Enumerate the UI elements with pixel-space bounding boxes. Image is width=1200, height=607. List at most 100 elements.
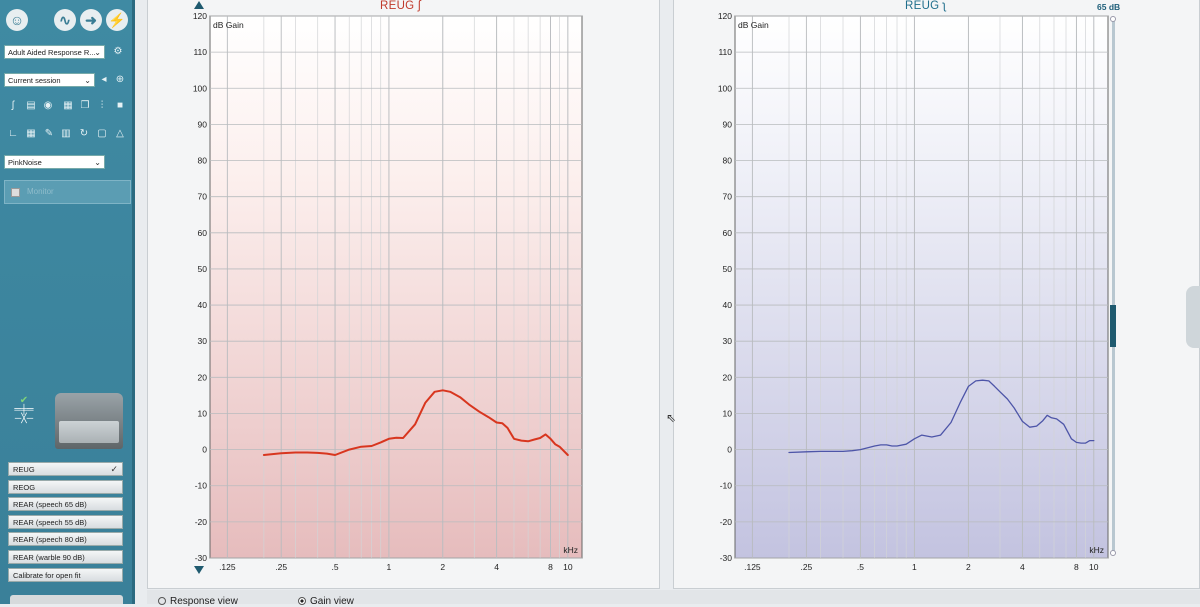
session-select-value: Current session	[8, 76, 61, 85]
sidebar-bottom-button[interactable]	[10, 595, 123, 604]
y-tick-label: 90	[198, 119, 208, 129]
monitor-checkbox[interactable]	[11, 188, 20, 197]
ear-small-icon[interactable]: ʃ	[7, 100, 19, 112]
y-tick-label: 30	[198, 336, 208, 346]
plot-area	[209, 15, 583, 559]
axis-icon[interactable]: ∟	[7, 128, 19, 140]
chevron-down-icon: ⌄	[84, 76, 91, 85]
y-tick-label: 60	[723, 228, 733, 238]
square-icon[interactable]: ▢	[96, 128, 108, 140]
measurement-button[interactable]: Calibrate for open fit	[8, 567, 123, 582]
x-tick-label: 2	[966, 562, 971, 572]
y-tick-label: 120	[718, 11, 732, 21]
y-tick-label: 100	[193, 83, 207, 93]
x-tick-label: 1	[387, 562, 392, 572]
mixer-icon[interactable]: ⫶	[96, 100, 108, 112]
x-tick-label: .125	[219, 562, 236, 572]
session-select[interactable]: Current session ⌄	[4, 73, 95, 87]
left-ear-panel: -30 -20 -10 0 10 20 30 40 50 60 70 80 90 100 110 120.12…	[147, 0, 660, 589]
scroll-down-arrow[interactable]	[194, 566, 204, 574]
x-tick-label: 2	[440, 562, 445, 572]
y-tick-label: -20	[195, 517, 208, 527]
mouse-cursor-icon: ⇖	[666, 411, 677, 425]
y-tick-label: 70	[198, 192, 208, 202]
check-icon: ✓	[110, 464, 118, 474]
y-tick-label: 70	[723, 192, 733, 202]
probe-tube-icon: ✔ ═╪═ ─╳─	[14, 395, 34, 423]
x-tick-label: 1	[912, 562, 917, 572]
measurement-button[interactable]: REAR (speech 65 dB)	[8, 497, 123, 512]
wave-icon[interactable]: ∿	[54, 9, 76, 31]
y-tick-label: 30	[723, 336, 733, 346]
y-tick-label: 40	[198, 300, 208, 310]
stimulus-select[interactable]: PinkNoise ⌄	[4, 155, 105, 169]
x-axis-label: kHz	[563, 545, 578, 555]
y-tick-label: -10	[720, 481, 733, 491]
document-icon[interactable]: ▤	[25, 100, 37, 112]
measurement-button[interactable]: REOG	[8, 479, 123, 494]
loop-icon[interactable]: ↻	[78, 128, 90, 140]
scroll-up-arrow[interactable]	[194, 1, 204, 9]
measurement-button[interactable]: REUG ✓	[8, 462, 123, 476]
measurement-device-icon	[55, 393, 123, 449]
arrow-right-icon[interactable]: ➜	[80, 9, 102, 31]
level-slider-thumb[interactable]	[1110, 305, 1116, 347]
speaker-icon[interactable]: ◂	[98, 74, 110, 86]
y-axis-label: dB Gain	[213, 20, 244, 30]
monitor-checkbox-row[interactable]: Monitor	[4, 180, 131, 204]
x-tick-label: .125	[744, 562, 761, 572]
edit-icon[interactable]: ✎	[43, 128, 55, 140]
y-tick-label: 90	[723, 119, 733, 129]
bars-icon[interactable]: ▥	[60, 128, 72, 140]
measurement-button-label: Calibrate for open fit	[13, 570, 81, 580]
measurement-button-label: REOG	[13, 482, 36, 492]
triangle-icon[interactable]: △	[114, 128, 126, 140]
table-icon[interactable]: ▦	[62, 100, 74, 112]
y-tick-label: 40	[723, 300, 733, 310]
globe-icon[interactable]: ◉	[42, 100, 54, 112]
y-tick-label: 50	[723, 264, 733, 274]
headphones-icon[interactable]: ⊕	[114, 74, 126, 86]
x-tick-label: 8	[548, 562, 553, 572]
y-tick-label: -30	[195, 553, 208, 563]
measurement-button[interactable]: REAR (speech 55 dB)	[8, 514, 123, 529]
left-ear-title: REUG ʃ	[380, 0, 421, 12]
ear-icon[interactable]: ☺	[6, 9, 28, 31]
lightning-icon[interactable]: ⚡	[106, 9, 128, 31]
measurement-button-label: REAR (speech 80 dB)	[13, 535, 87, 545]
x-axis-label: kHz	[1089, 545, 1104, 555]
response-view-label: Response view	[170, 596, 238, 607]
grid-icon[interactable]: ▦	[25, 128, 37, 140]
gain-view-radio[interactable]: Gain view	[298, 596, 354, 607]
right-ear-title-text: REUG	[905, 0, 940, 12]
level-slider-track[interactable]	[1112, 18, 1115, 554]
protocol-select[interactable]: Adult Aided Response R... ⌄	[4, 45, 105, 59]
level-label: 65 dB	[1097, 2, 1121, 12]
right-ear-chart: -30-20-100102030405060708090100110120.12…	[718, 11, 1109, 572]
y-tick-label: 80	[723, 156, 733, 166]
y-tick-label: 0	[727, 445, 732, 455]
response-view-radio[interactable]: Response view	[158, 596, 238, 607]
x-tick-label: .5	[857, 562, 864, 572]
protocol-select-value: Adult Aided Response R...	[8, 48, 96, 57]
video-icon[interactable]: ■	[114, 100, 126, 112]
level-slider-top	[1110, 16, 1116, 22]
x-tick-label: 10	[1089, 562, 1099, 572]
copy-icon[interactable]: ❐	[79, 100, 91, 112]
monitor-label: Monitor	[27, 187, 54, 196]
y-tick-label: 50	[198, 264, 208, 274]
settings-icon[interactable]: ⚙	[112, 46, 124, 58]
y-tick-label: -20	[720, 517, 733, 527]
gain-view-label: Gain view	[310, 596, 354, 607]
right-ear-title: REUG ʅ	[905, 0, 946, 12]
x-tick-label: .5	[332, 562, 339, 572]
measurement-button[interactable]: REAR (warble 90 dB)	[8, 550, 123, 564]
y-axis-label: dB Gain	[738, 20, 769, 30]
x-tick-label: .25	[275, 562, 287, 572]
y-tick-label: 0	[202, 445, 207, 455]
y-tick-label: 20	[198, 372, 208, 382]
measurement-button[interactable]: REAR (speech 80 dB)	[8, 532, 123, 547]
side-panel-toggle[interactable]	[1186, 286, 1200, 348]
y-tick-label: 110	[718, 47, 732, 57]
left-ear-title-text: REUG	[380, 0, 415, 12]
